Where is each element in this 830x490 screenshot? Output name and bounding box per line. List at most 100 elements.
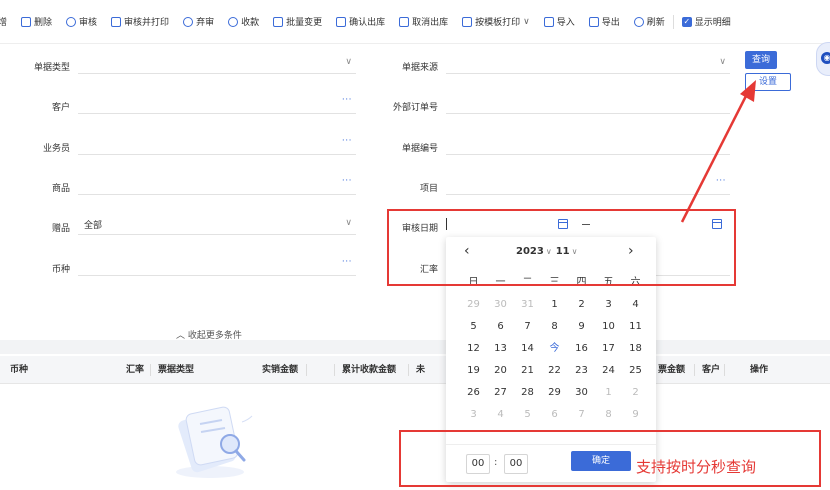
more-dots-icon[interactable]: ··· (342, 257, 352, 267)
calendar-day[interactable]: 5 (460, 319, 487, 334)
col-customer[interactable]: 客户 (702, 356, 720, 384)
calendar-day[interactable]: 30 (487, 297, 514, 312)
calendar-day[interactable]: 22 (541, 363, 568, 378)
calendar-day[interactable]: 8 (595, 407, 622, 422)
chevron-down-icon: ∨ (345, 218, 352, 228)
calendar-day[interactable]: 2 (568, 297, 595, 312)
calendar-day[interactable]: 21 (514, 363, 541, 378)
side-assistant-widget[interactable]: ◉ (816, 42, 830, 76)
calendar-day[interactable]: 16 (568, 341, 595, 356)
calendar-day[interactable]: 26 (460, 385, 487, 400)
doc-source-select[interactable]: ∨ (446, 54, 730, 74)
export-button[interactable]: 导出 (588, 12, 620, 32)
export-icon (588, 16, 599, 27)
calendar-day[interactable]: 13 (487, 341, 514, 356)
doc-type-select[interactable]: ∨ (78, 54, 356, 74)
calendar-day[interactable]: 14 (514, 341, 541, 356)
calendar-day[interactable]: 27 (487, 385, 514, 400)
col-actual-sales[interactable]: 实销金额 (262, 356, 298, 384)
gift-select[interactable]: 全部 ∨ (78, 215, 356, 235)
calendar-day[interactable]: 7 (568, 407, 595, 422)
calendar-day[interactable]: 23 (568, 363, 595, 378)
payment-button[interactable]: 收款 (228, 12, 259, 32)
calendar-day[interactable]: 4 (487, 407, 514, 422)
currency-field[interactable]: ··· (78, 256, 356, 276)
calendar-day[interactable]: 2 (622, 385, 649, 400)
delete-button[interactable]: 删除 (21, 12, 52, 32)
query-button[interactable]: 查询 (745, 51, 777, 69)
calendar-day[interactable]: 18 (622, 341, 649, 356)
add-button[interactable]: 增 (0, 12, 7, 32)
calendar-day[interactable]: 25 (622, 363, 649, 378)
calendar-day[interactable]: 29 (460, 297, 487, 312)
section-divider (0, 340, 830, 354)
calendar-day-today[interactable]: 今 (541, 341, 568, 356)
calendar-day[interactable]: 1 (541, 297, 568, 312)
more-dots-icon[interactable]: ··· (342, 176, 352, 186)
calendar-day[interactable]: 28 (514, 385, 541, 400)
product-field[interactable]: ··· (78, 175, 356, 195)
batch-edit-label: 批量变更 (286, 18, 323, 28)
col-currency[interactable]: 币种 (10, 356, 28, 384)
calendar-day[interactable]: 11 (622, 319, 649, 334)
audit-print-label: 审核并打印 (124, 18, 170, 28)
audit-button[interactable]: 审核 (66, 12, 97, 32)
product-label: 商品 (51, 184, 70, 194)
confirm-outbound-button[interactable]: 确认出库 (336, 12, 385, 32)
audit-label: 审核 (79, 18, 98, 28)
print-template-icon (462, 16, 473, 27)
column-divider[interactable] (306, 364, 307, 376)
col-actions[interactable]: 操作 (750, 356, 768, 384)
calendar-day[interactable]: 6 (487, 319, 514, 334)
col-bill-type[interactable]: 票据类型 (158, 356, 194, 384)
more-dots-icon[interactable]: ··· (342, 95, 352, 105)
show-detail-label: 显示明细 (694, 18, 731, 28)
calendar-day[interactable]: 20 (487, 363, 514, 378)
calendar-day[interactable]: 9 (622, 407, 649, 422)
more-dots-icon[interactable]: ··· (342, 136, 352, 146)
col-invoice-amount[interactable]: 票金额 (658, 356, 685, 384)
column-divider[interactable] (334, 364, 335, 376)
print-template-button[interactable]: 按模板打印 ∨ (462, 12, 530, 32)
calendar-day[interactable]: 30 (568, 385, 595, 400)
toolbar: 增 删除 审核 审核并打印 弃审 收款 批量变更 确认出库 取消出库 按模板打印… (0, 0, 830, 44)
cancel-outbound-button[interactable]: 取消出库 (399, 12, 448, 32)
col-unreceived[interactable]: 未 (416, 356, 425, 384)
external-order-label: 外部订单号 (392, 103, 438, 113)
column-divider[interactable] (694, 364, 695, 376)
calendar-day[interactable]: 10 (595, 319, 622, 334)
salesperson-field[interactable]: ··· (78, 135, 356, 155)
calendar-day[interactable]: 6 (541, 407, 568, 422)
import-button[interactable]: 导入 (543, 12, 575, 32)
column-divider[interactable] (724, 364, 725, 376)
column-divider[interactable] (408, 364, 409, 376)
calendar-day[interactable]: 31 (514, 297, 541, 312)
calendar-day[interactable]: 12 (460, 341, 487, 356)
calendar-day[interactable]: 9 (568, 319, 595, 334)
batch-edit-button[interactable]: 批量变更 (273, 12, 322, 32)
calendar-day[interactable]: 3 (595, 297, 622, 312)
annotation-highlight-box (399, 430, 821, 487)
calendar-day[interactable]: 29 (541, 385, 568, 400)
calendar-day[interactable]: 17 (595, 341, 622, 356)
batch-edit-icon (273, 16, 284, 27)
calendar-day[interactable]: 7 (514, 319, 541, 334)
customer-field[interactable]: ··· (78, 94, 356, 114)
calendar-day[interactable]: 5 (514, 407, 541, 422)
unaudit-button[interactable]: 弃审 (183, 12, 214, 32)
audit-print-button[interactable]: 审核并打印 (111, 12, 169, 32)
calendar-day[interactable]: 19 (460, 363, 487, 378)
col-total-received[interactable]: 累计收款金额 (342, 356, 396, 384)
doc-number-label: 单据编号 (401, 144, 438, 154)
calendar-day[interactable]: 8 (541, 319, 568, 334)
calendar-day[interactable]: 4 (622, 297, 649, 312)
col-exchange-rate[interactable]: 汇率 (126, 356, 144, 384)
column-divider[interactable] (150, 364, 151, 376)
chevron-down-icon: ∨ (345, 57, 352, 67)
calendar-day[interactable]: 24 (595, 363, 622, 378)
show-detail-checkbox[interactable]: ✓ 显示明细 (681, 12, 731, 32)
salesperson-label: 业务员 (42, 144, 70, 154)
calendar-day[interactable]: 3 (460, 407, 487, 422)
calendar-day[interactable]: 1 (595, 385, 622, 400)
refresh-button[interactable]: 刷新 (633, 12, 665, 32)
